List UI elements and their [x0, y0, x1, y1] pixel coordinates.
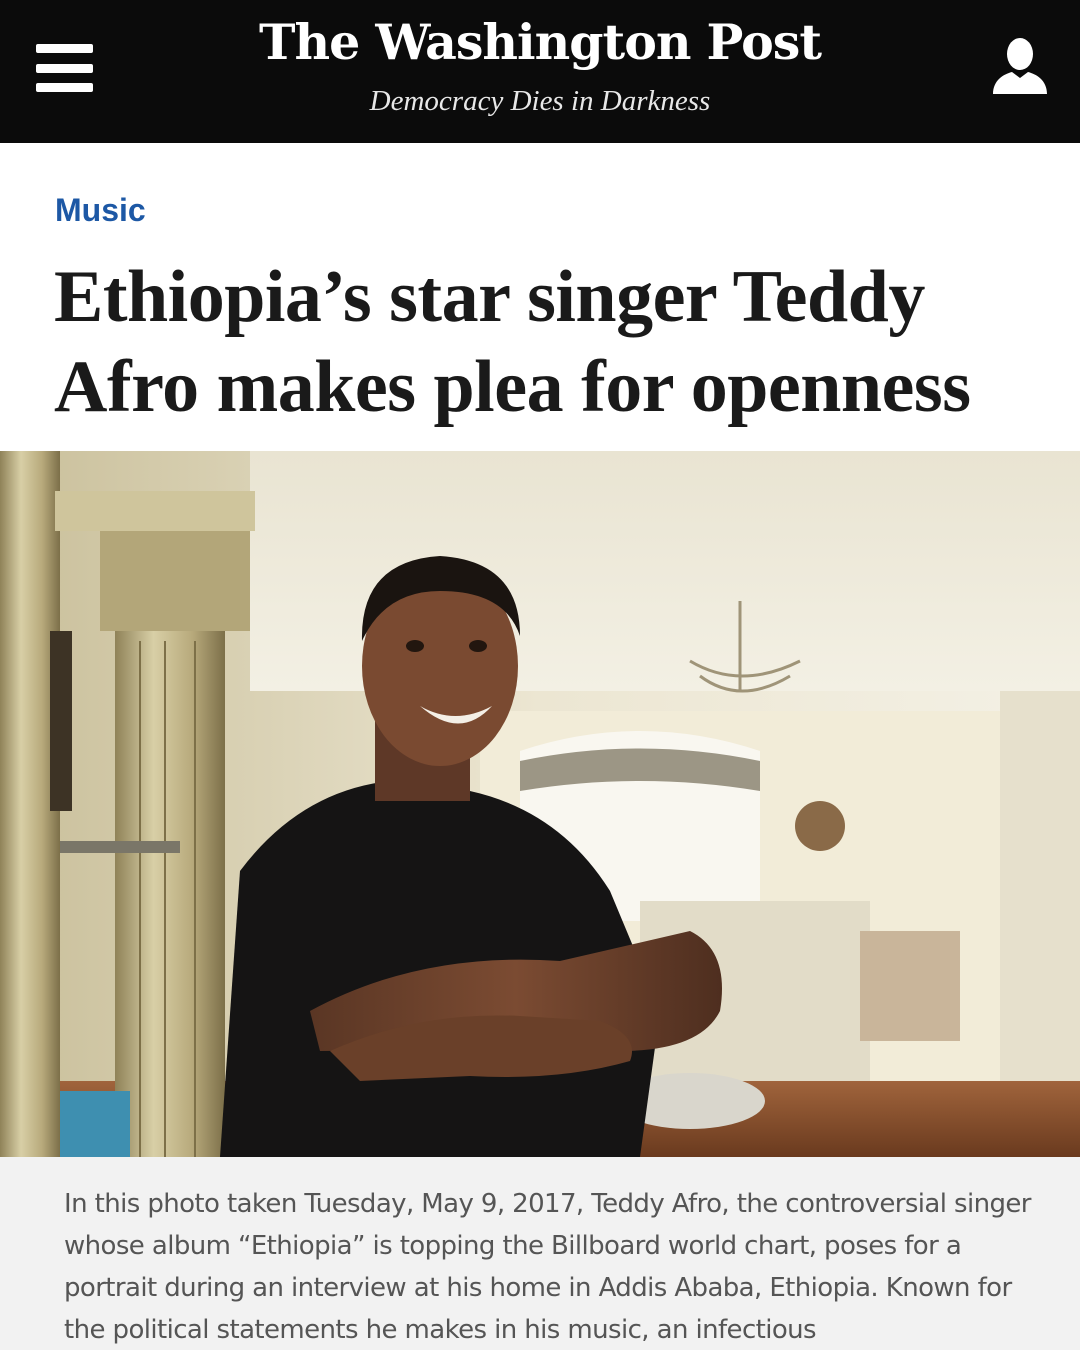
- photo-caption-text: In this photo taken Tuesday, May 9, 2017…: [64, 1189, 1031, 1345]
- user-silhouette: [993, 38, 1047, 94]
- section-kicker[interactable]: Music: [55, 190, 146, 230]
- site-header: The Washington Post Democracy Dies in Da…: [0, 0, 1080, 143]
- menu-bar: [36, 83, 93, 92]
- user-account-icon[interactable]: [990, 36, 1050, 96]
- site-logo[interactable]: The Washington Post: [240, 6, 840, 78]
- menu-bar: [36, 44, 93, 53]
- article-headline: Ethiopia’s star singer Teddy Afro makes …: [54, 256, 971, 428]
- hamburger-menu-icon[interactable]: [36, 44, 93, 92]
- site-tagline: Democracy Dies in Darkness: [369, 85, 711, 117]
- article-photo: [0, 451, 1080, 1157]
- photo-caption: In this photo taken Tuesday, May 9, 2017…: [0, 1157, 1080, 1350]
- menu-bar: [36, 64, 93, 73]
